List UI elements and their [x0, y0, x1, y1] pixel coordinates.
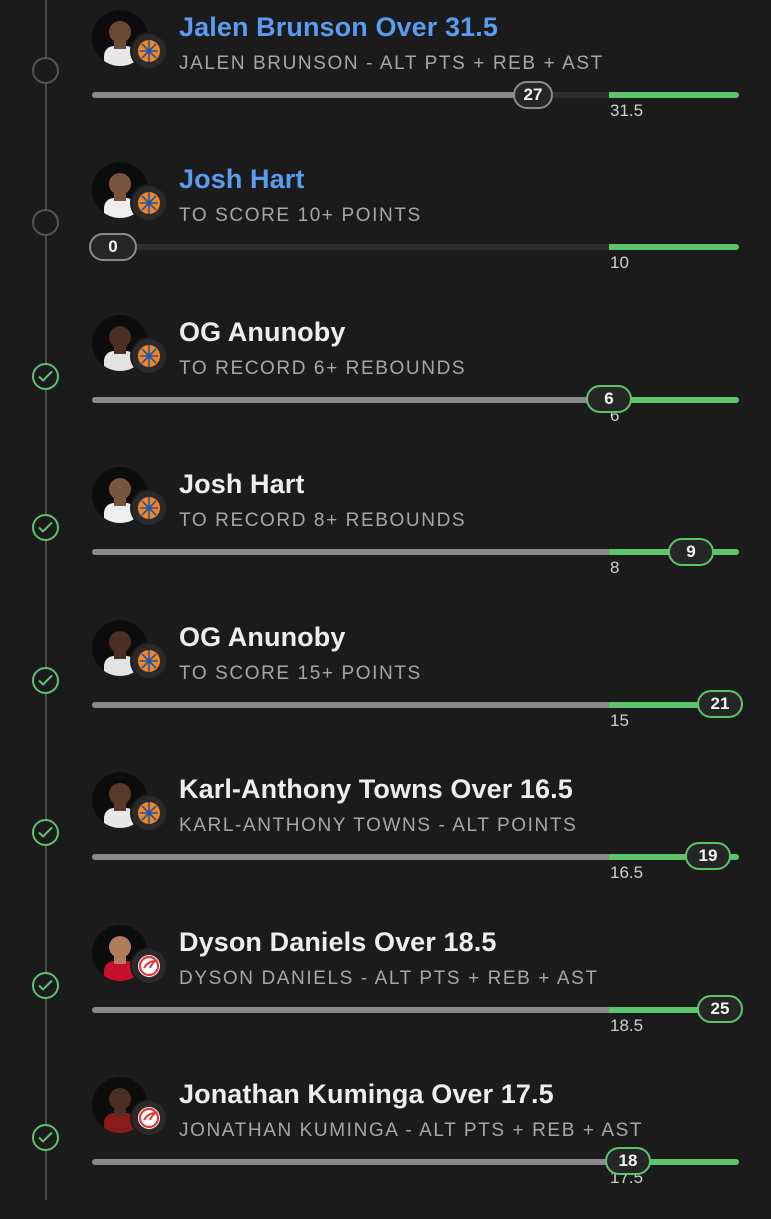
- progress-fill: [92, 854, 609, 860]
- leg-pending-status-icon: [32, 57, 59, 84]
- current-value-badge: 9: [668, 538, 714, 566]
- progress-track: [92, 854, 739, 860]
- knicks-logo-icon: [130, 794, 168, 832]
- leg-market: JONATHAN KUMINGA - ALT PTS + REB + AST: [179, 1120, 644, 1141]
- player-avatar-group: [92, 10, 172, 74]
- progress-fill: [92, 1159, 609, 1165]
- parlay-leg[interactable]: Jalen Brunson Over 31.5 JALEN BRUNSON - …: [0, 0, 771, 152]
- progress-fill: [92, 1007, 609, 1013]
- target-label: 16.5: [610, 863, 644, 882]
- parlay-leg[interactable]: OG Anunoby TO SCORE 15+ POINTS 21 15: [0, 610, 771, 762]
- parlay-leg[interactable]: Josh Hart TO RECORD 8+ REBOUNDS 9 8: [0, 457, 771, 609]
- parlay-leg[interactable]: Karl-Anthony Towns Over 16.5 KARL-ANTHON…: [0, 762, 771, 914]
- parlay-leg[interactable]: Dyson Daniels Over 18.5 DYSON DANIELS - …: [0, 915, 771, 1067]
- parlay-leg[interactable]: OG Anunoby TO RECORD 6+ REBOUNDS 6 6: [0, 305, 771, 457]
- leg-title: Jalen Brunson Over 31.5: [179, 12, 498, 42]
- parlay-leg[interactable]: Jonathan Kuminga Over 17.5 JONATHAN KUMI…: [0, 1067, 771, 1219]
- progress-track: [92, 244, 739, 250]
- progress-track: [92, 1007, 739, 1013]
- current-value-badge: 0: [89, 233, 137, 261]
- player-avatar-group: [92, 772, 172, 836]
- leg-won-status-icon: [32, 819, 59, 846]
- current-value-badge: 25: [697, 995, 743, 1023]
- player-avatar-group: [92, 315, 172, 379]
- leg-market: JALEN BRUNSON - ALT PTS + REB + AST: [179, 53, 604, 74]
- leg-title: Karl-Anthony Towns Over 16.5: [179, 774, 573, 804]
- leg-pending-status-icon: [32, 209, 59, 236]
- parlay-leg[interactable]: Josh Hart TO SCORE 10+ POINTS 0 10: [0, 152, 771, 304]
- leg-won-status-icon: [32, 972, 59, 999]
- knicks-logo-icon: [130, 337, 168, 375]
- leg-won-status-icon: [32, 514, 59, 541]
- leg-market: DYSON DANIELS - ALT PTS + REB + AST: [179, 968, 599, 989]
- current-value-badge: 18: [605, 1147, 651, 1175]
- current-value-badge: 27: [513, 81, 553, 109]
- player-avatar-group: [92, 162, 172, 226]
- progress-fill: [92, 397, 609, 403]
- hawks-logo-icon: [130, 947, 168, 985]
- target-label: 10: [610, 253, 629, 272]
- knicks-logo-icon: [130, 184, 168, 222]
- progress-track: [92, 397, 739, 403]
- target-label: 31.5: [610, 101, 644, 120]
- target-segment: [609, 244, 739, 250]
- leg-title: OG Anunoby: [179, 622, 346, 652]
- leg-title: OG Anunoby: [179, 317, 346, 347]
- knicks-logo-icon: [130, 642, 168, 680]
- progress-track: [92, 92, 739, 98]
- leg-won-status-icon: [32, 363, 59, 390]
- progress-fill: [92, 92, 537, 98]
- leg-won-status-icon: [32, 667, 59, 694]
- current-value-badge: 6: [586, 385, 632, 413]
- leg-title: Josh Hart: [179, 469, 305, 499]
- leg-market: TO SCORE 15+ POINTS: [179, 663, 422, 684]
- knicks-logo-icon: [130, 489, 168, 527]
- leg-market: TO RECORD 6+ REBOUNDS: [179, 358, 467, 379]
- current-value-badge: 21: [697, 690, 743, 718]
- progress-fill: [92, 702, 609, 708]
- progress-track: [92, 549, 739, 555]
- target-label: 15: [610, 711, 629, 730]
- player-avatar-group: [92, 1077, 172, 1141]
- leg-won-status-icon: [32, 1124, 59, 1151]
- target-label: 18.5: [610, 1016, 644, 1035]
- hawks-logo-icon: [130, 1099, 168, 1137]
- leg-title: Jonathan Kuminga Over 17.5: [179, 1079, 554, 1109]
- current-value-badge: 19: [685, 842, 731, 870]
- player-avatar-group: [92, 620, 172, 684]
- leg-market: KARL-ANTHONY TOWNS - ALT POINTS: [179, 815, 578, 836]
- leg-title: Josh Hart: [179, 164, 305, 194]
- progress-track: [92, 702, 739, 708]
- leg-title: Dyson Daniels Over 18.5: [179, 927, 497, 957]
- target-label: 8: [610, 558, 620, 577]
- progress-fill: [92, 549, 609, 555]
- target-segment: [609, 92, 739, 98]
- player-avatar-group: [92, 467, 172, 531]
- leg-market: TO RECORD 8+ REBOUNDS: [179, 510, 467, 531]
- leg-market: TO SCORE 10+ POINTS: [179, 205, 422, 226]
- knicks-logo-icon: [130, 32, 168, 70]
- player-avatar-group: [92, 925, 172, 989]
